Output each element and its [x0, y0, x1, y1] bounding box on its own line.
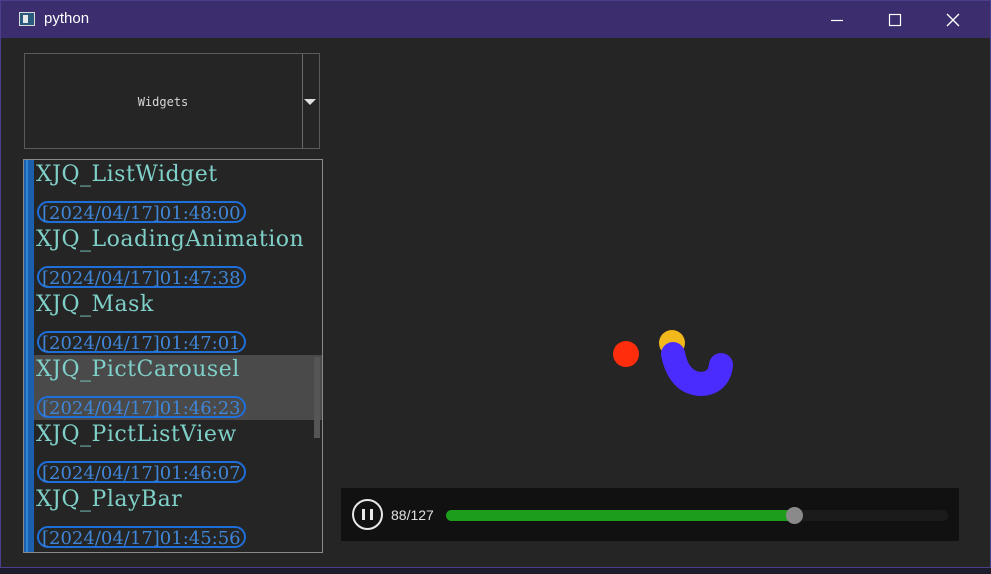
list-item-timestamp: [2024/04/17]01:48:00: [37, 201, 246, 224]
maximize-icon: [888, 13, 902, 27]
anim-red-dot: [613, 341, 639, 367]
app-icon: [19, 12, 35, 26]
list-item-timestamp: [2024/04/17]01:46:07: [37, 461, 246, 484]
list-item[interactable]: XJQ_PictListView [2024/04/17]01:46:07: [34, 420, 322, 485]
list-item-title: XJQ_ListWidget: [36, 162, 218, 187]
widget-list[interactable]: XJQ_ListWidget [2024/04/17]01:48:00 XJQ_Lo…: [23, 159, 323, 553]
progress-fill: [446, 510, 794, 521]
pause-icon: [370, 509, 373, 520]
list-item-title: XJQ_LoadingAnimation: [36, 227, 305, 252]
chevron-down-icon[interactable]: [304, 99, 316, 105]
dropdown-selected-value: Widgets: [137, 95, 189, 109]
maximize-button[interactable]: [866, 1, 924, 38]
anim-blue-arc: [661, 342, 733, 397]
list-item[interactable]: XJQ_ListWidget [2024/04/17]01:48:00: [34, 160, 322, 225]
list-item-timestamp: [2024/04/17]01:45:56: [37, 526, 246, 549]
list-item[interactable]: XJQ_PictCarousel [2024/04/17]01:46:23: [34, 355, 322, 420]
close-icon: [946, 13, 960, 27]
list-item-title: XJQ_PictListView: [36, 422, 237, 447]
pause-button[interactable]: [352, 499, 383, 530]
dropdown-separator: [302, 54, 303, 148]
list-item-title: XJQ_PlayBar: [36, 487, 183, 512]
list-item-timestamp: [2024/04/17]01:46:23: [37, 396, 246, 419]
frame-counter: 88/127: [391, 507, 434, 523]
list-item[interactable]: XJQ_LoadingAnimation [2024/04/17]01:47:38: [34, 225, 322, 290]
list-scrollbar[interactable]: [314, 357, 320, 438]
list-item-timestamp: [2024/04/17]01:47:01: [37, 331, 246, 354]
app-window: python Widgets XJQ_ListWidget [2024/04/17…: [0, 0, 991, 568]
widget-category-dropdown[interactable]: Widgets: [24, 53, 320, 149]
play-bar: 88/127: [341, 488, 959, 541]
list-item-title: XJQ_Mask: [36, 292, 154, 317]
list-item[interactable]: XJQ_Mask [2024/04/17]01:47:01: [34, 290, 322, 355]
list-item-timestamp: [2024/04/17]01:47:38: [37, 266, 246, 289]
list-item[interactable]: XJQ_PlayBar [2024/04/17]01:45:56: [34, 485, 322, 550]
list-item-title: XJQ_PictCarousel: [36, 357, 240, 382]
pause-icon: [362, 509, 365, 520]
minimize-button[interactable]: [808, 1, 866, 38]
window-title: python: [44, 10, 90, 27]
loading-animation: [613, 330, 733, 397]
slider-handle[interactable]: [785, 507, 803, 524]
list-accent-bar: [24, 160, 34, 552]
close-button[interactable]: [924, 1, 982, 38]
minimize-icon: [831, 19, 843, 22]
progress-slider[interactable]: [446, 507, 948, 524]
title-bar[interactable]: python: [1, 1, 990, 38]
